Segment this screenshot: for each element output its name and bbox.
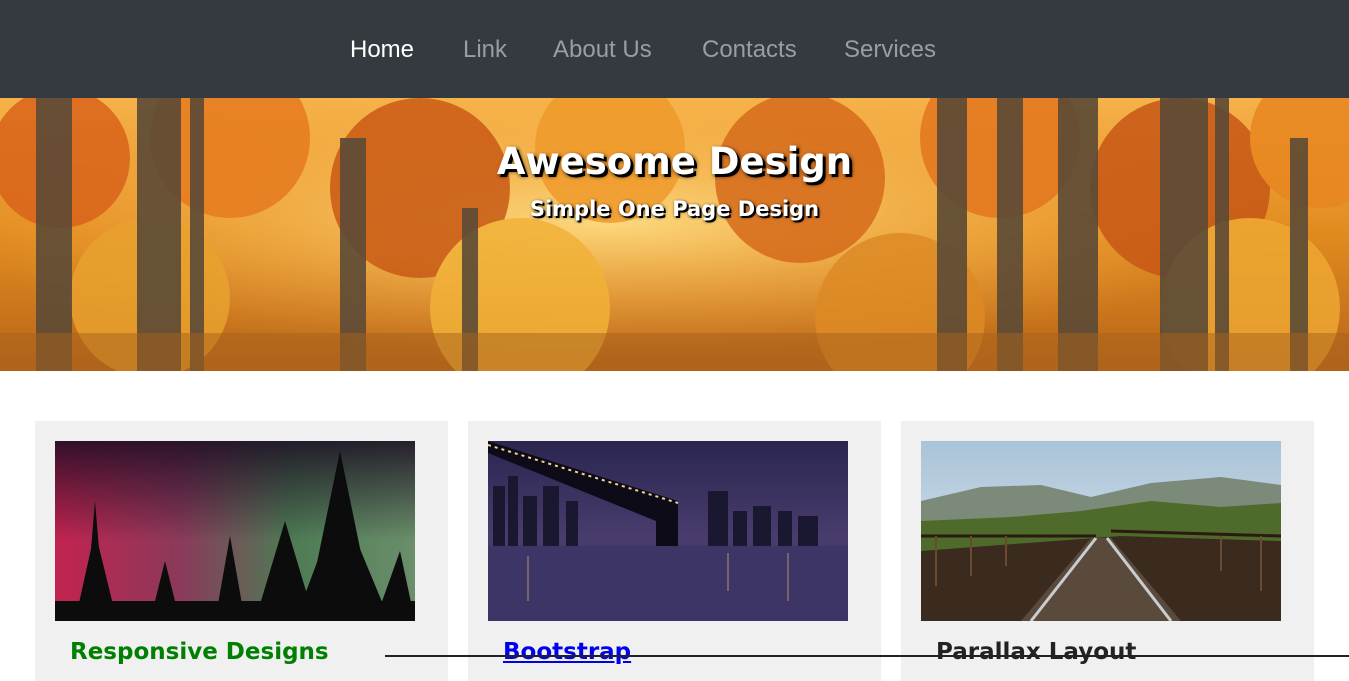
nav-about-us[interactable]: About Us [553, 34, 652, 66]
hero-banner: Awesome Design Simple One Page Design [0, 98, 1349, 371]
card-image-bridge [488, 441, 848, 621]
hero-title: Awesome Design [496, 140, 853, 183]
card-responsive-designs: Responsive Designs [35, 421, 448, 681]
nav-services[interactable]: Services [844, 34, 936, 66]
card-parallax-layout: Parallax Layout [901, 421, 1314, 681]
card-title-responsive-designs: Responsive Designs [70, 639, 329, 665]
nav-contacts[interactable]: Contacts [702, 34, 797, 66]
card-title-bootstrap[interactable]: Bootstrap [503, 637, 631, 667]
card-image-aurora [55, 441, 415, 621]
card-bootstrap: Bootstrap [468, 421, 881, 681]
nav-link[interactable]: Link [463, 34, 507, 66]
card-image-railway [921, 441, 1281, 621]
hero-forest-image [0, 98, 1349, 371]
nav-home[interactable]: Home [350, 34, 414, 66]
hero-subtitle: Simple One Page Design [529, 197, 820, 221]
top-navbar: Home Link About Us Contacts Services [0, 0, 1349, 98]
card-title-parallax-layout: Parallax Layout [936, 639, 1137, 665]
